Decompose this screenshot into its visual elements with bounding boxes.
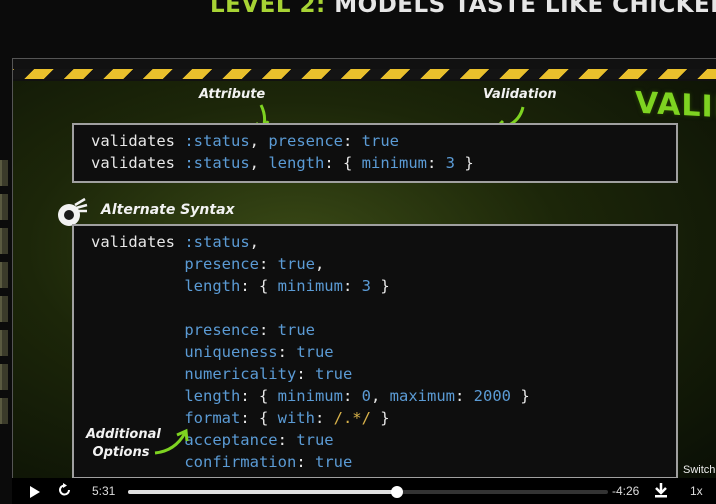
replay-icon[interactable] [58,483,72,497]
page-title: LEVEL 2: MODELS TASTE LIKE CHICKEN [0,0,716,24]
current-time: 5:31 [92,484,116,498]
code-line: validates :status, length: { minimum: 3 … [91,154,474,172]
annotation-additional-options: Additional Options [86,427,161,460]
playback-speed-button[interactable]: 1x [690,484,703,498]
left-thumbnail-strip[interactable] [0,160,8,470]
code-line: presence: true, [91,255,325,273]
video-frame[interactable]: Attribute Validation VALIDA validates :s… [12,58,716,480]
annotation-validation: Validation [483,87,557,102]
play-icon[interactable] [30,486,40,498]
code-line: validates :status, presence: true [91,132,399,150]
code-line: numericality: true [91,365,353,383]
code-line: presence: true [91,321,315,339]
code-line: uniqueness: true [91,343,334,361]
validations-sign: VALIDA [635,85,716,128]
download-icon[interactable] [654,482,668,498]
title-text: MODELS TASTE LIKE CHICKEN [334,0,716,18]
code-box-basic: validates :status, presence: true validat… [72,123,678,183]
progress-bar[interactable] [128,486,608,498]
code-line: validates :status, [91,233,259,251]
switch-label[interactable]: Switch [683,464,715,476]
remaining-time: -4:26 [612,484,640,498]
code-line: length: { minimum: 0, maximum: 2000 } [91,387,530,405]
annotation-attribute: Attribute [199,87,266,102]
code-line: length: { minimum: 3 } [91,277,390,295]
hazard-tape [13,59,716,81]
annotation-alternate-syntax: Alternate Syntax [101,202,235,218]
options-arrow-icon [154,428,189,455]
title-level: LEVEL 2: [210,0,326,18]
progress-fill [128,490,397,494]
progress-knob[interactable] [390,486,403,498]
code-line: format: { with: /.*/ } [91,409,390,427]
video-player-controls: 5:31 -4:26 1x [12,478,716,504]
